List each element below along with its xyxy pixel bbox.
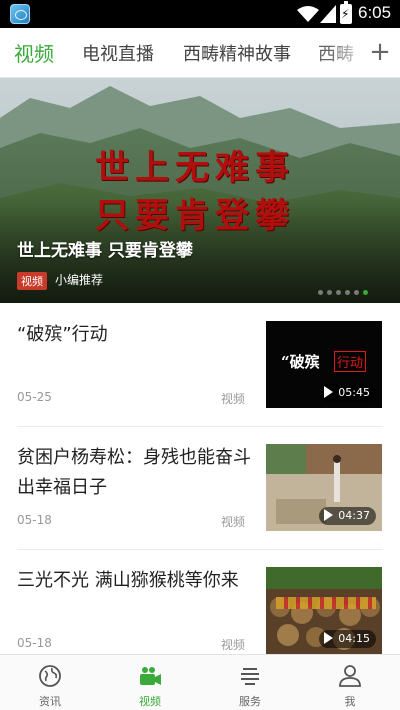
duration-text: 05:45	[338, 386, 370, 399]
news-title: 贫困户杨寿松：身残也能奋斗出幸福日子	[17, 447, 251, 498]
signal-icon	[320, 5, 336, 23]
channel-tab-bar: 视频 电视直播 西畴精神故事 西畴 +	[0, 28, 400, 78]
news-type: 视频	[221, 515, 246, 529]
banner-title: 世上无难事 只要肯登攀	[17, 241, 193, 261]
nav-label: 视频	[139, 695, 161, 708]
page-dot-active	[363, 290, 368, 295]
page-dot	[327, 290, 332, 295]
nav-item-news[interactable]: 资讯	[0, 655, 100, 710]
plus-icon[interactable]: +	[360, 28, 400, 77]
news-type: 视频	[221, 638, 246, 652]
duration-badge[interactable]: 05:45	[319, 384, 376, 402]
tab-tv-live[interactable]: 电视直播	[82, 40, 154, 66]
news-date: 05-18	[17, 636, 52, 650]
bottom-navigation: 资讯 视频 服务 我	[0, 654, 400, 710]
wifi-icon	[297, 6, 319, 22]
status-time: 6:05	[358, 3, 392, 22]
nav-item-service[interactable]: 服务	[200, 655, 300, 710]
news-date: 05-25	[17, 390, 52, 404]
news-type: 视频	[221, 392, 246, 406]
nav-label: 资讯	[39, 695, 61, 708]
duration-text: 04:15	[338, 632, 370, 645]
nav-label: 服务	[239, 695, 261, 708]
list-icon	[241, 668, 259, 685]
nav-item-me[interactable]: 我	[300, 655, 400, 710]
tab-video[interactable]: 视频	[14, 38, 54, 67]
news-thumbnail: “破殡 行动 05:45	[266, 321, 382, 408]
video-camera-icon	[140, 667, 161, 685]
play-icon	[324, 509, 334, 521]
news-thumbnail: 04:37	[266, 444, 382, 531]
globe-icon	[39, 665, 61, 687]
news-thumbnail: 04:15	[266, 567, 382, 654]
duration-badge[interactable]: 04:37	[319, 507, 376, 525]
news-item[interactable]: 贫困户杨寿松：身残也能奋斗出幸福日子 05-18 视频 04:37	[0, 427, 400, 550]
page-dot	[345, 290, 350, 295]
news-date: 05-18	[17, 513, 52, 527]
news-item[interactable]: “破殡”行动 05-25 视频 “破殡 行动 05:45	[0, 304, 400, 427]
page-dot	[354, 290, 359, 295]
banner-video-tag: 视频	[17, 272, 47, 290]
thumb-text: “破殡	[281, 353, 320, 371]
play-icon	[324, 386, 334, 398]
duration-badge[interactable]: 04:15	[319, 630, 376, 648]
banner-calligraphy-line-2: 只要肯登攀	[95, 196, 295, 236]
tab-xichou-spirit-stories[interactable]: 西畴精神故事	[183, 40, 291, 66]
battery-icon	[340, 1, 352, 24]
app-notification-icon	[10, 4, 30, 24]
thumb-caption-strip	[276, 597, 376, 609]
nav-label: 我	[344, 695, 356, 708]
page-dot	[336, 290, 341, 295]
banner-subtitle: 小编推荐	[55, 273, 104, 287]
status-bar: 6:05	[0, 0, 400, 28]
person-icon	[339, 665, 361, 687]
nav-item-video[interactable]: 视频	[100, 655, 200, 710]
banner-calligraphy-line-1: 世上无难事	[95, 148, 295, 188]
thumb-text-red: 行动	[334, 351, 367, 372]
featured-banner[interactable]: 世上无难事 只要肯登攀 世上无难事 只要肯登攀 视频 小编推荐	[0, 78, 400, 303]
news-title: 三光不光 满山猕猴桃等你来	[17, 570, 239, 591]
banner-page-indicator	[318, 280, 372, 299]
duration-text: 04:37	[338, 509, 370, 522]
play-icon	[324, 632, 334, 644]
news-title: “破殡”行动	[17, 324, 108, 345]
page-dot	[318, 290, 323, 295]
